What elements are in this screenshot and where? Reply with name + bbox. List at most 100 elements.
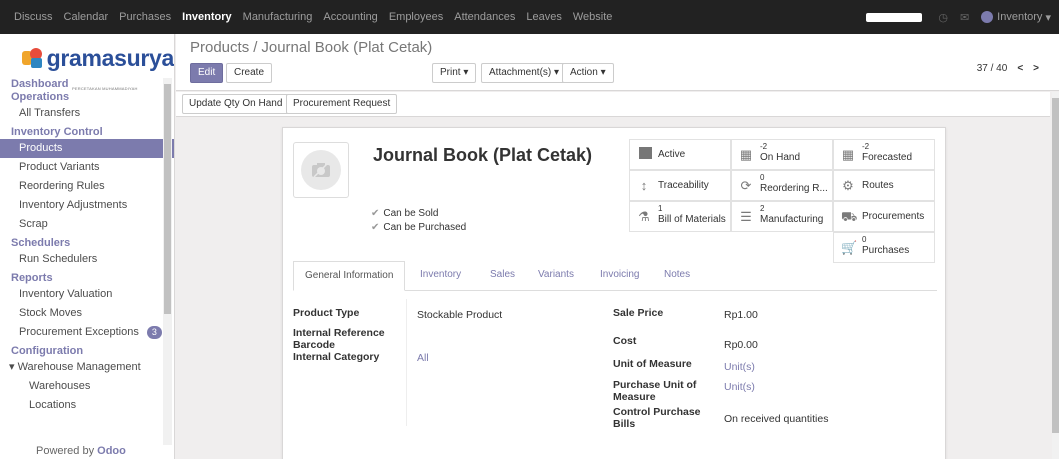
edit-button[interactable]: Edit: [190, 63, 224, 83]
tab-variants[interactable]: Variants: [527, 261, 585, 291]
procurements-button[interactable]: ⛟ Procurements: [833, 201, 935, 232]
collapse-icon: ▾: [9, 361, 18, 373]
sidebar-item-label: Warehouse Management: [17, 361, 141, 373]
content-scrollbar[interactable]: [1052, 92, 1059, 459]
app-menu: Discuss Calendar Purchases Inventory Man…: [0, 0, 623, 34]
form-view: Update Qty On Hand Procurement Request J…: [176, 92, 1050, 459]
tab-invoicing[interactable]: Invoicing: [589, 261, 650, 291]
chevron-down-icon: ▾: [1042, 11, 1051, 24]
sidebar-item-inventory-valuation[interactable]: Inventory Valuation: [0, 285, 174, 304]
refresh-icon: ⟳: [740, 178, 752, 193]
sidebar-item-products[interactable]: Products: [0, 139, 174, 158]
menu-calendar[interactable]: Calendar: [64, 11, 109, 23]
procurement-request-button[interactable]: Procurement Request: [286, 94, 398, 114]
create-button[interactable]: Create: [226, 63, 273, 83]
tab-notes[interactable]: Notes: [653, 261, 701, 291]
tab-inventory[interactable]: Inventory: [409, 261, 472, 291]
sidebar-item-reordering-rules[interactable]: Reordering Rules: [0, 177, 174, 196]
breadcrumb-products[interactable]: Products: [190, 39, 249, 56]
sidebar-scrollbar[interactable]: [163, 78, 172, 458]
divider: [406, 299, 407, 426]
internal-category-label: Internal Category: [293, 351, 380, 363]
menu-leaves[interactable]: Leaves: [526, 11, 561, 23]
powered-by: Powered by Odoo: [36, 445, 174, 459]
routes-button[interactable]: ⚙ Routes: [833, 170, 935, 201]
breadcrumb: Products / Journal Book (Plat Cetak): [190, 39, 433, 56]
menu-discuss[interactable]: Discuss: [14, 11, 53, 23]
camera-icon: [301, 150, 341, 190]
sidebar-item-procurement-exceptions[interactable]: Procurement Exceptions 3: [0, 323, 174, 342]
menu-attendances[interactable]: Attendances: [454, 11, 515, 23]
cost-value[interactable]: Rp0.00: [724, 339, 758, 351]
sidebar-reports[interactable]: Reports: [0, 272, 174, 285]
control-purchase-value[interactable]: On received quantities: [724, 413, 828, 425]
menu-accounting[interactable]: Accounting: [323, 11, 377, 23]
product-type-value[interactable]: Stockable Product: [417, 309, 502, 321]
sale-price-label: Sale Price: [613, 307, 664, 319]
list-icon: ☰: [740, 209, 752, 224]
sidebar-item-scrap[interactable]: Scrap: [0, 215, 174, 234]
top-navbar: Discuss Calendar Purchases Inventory Man…: [0, 0, 1059, 34]
purchase-uom-value[interactable]: Unit(s): [724, 381, 755, 393]
avatar[interactable]: [981, 11, 994, 23]
sidebar-item-run-schedulers[interactable]: Run Schedulers: [0, 250, 174, 269]
odoo-link[interactable]: Odoo: [97, 445, 126, 457]
bill-of-materials-button[interactable]: ⚗ 1 Bill of Materials: [629, 201, 731, 232]
menu-manufacturing[interactable]: Manufacturing: [243, 11, 313, 23]
print-dropdown[interactable]: Print ▾: [432, 63, 477, 83]
sidebar-configuration[interactable]: Configuration: [0, 345, 174, 358]
pager: 37 / 40 < >: [977, 63, 1039, 74]
product-name: Journal Book (Plat Cetak): [373, 145, 593, 165]
menu-inventory[interactable]: Inventory: [182, 11, 232, 23]
menu-website[interactable]: Website: [573, 11, 613, 23]
menu-purchases[interactable]: Purchases: [119, 11, 171, 23]
sidebar-item-all-transfers[interactable]: All Transfers: [0, 104, 174, 123]
purchases-button[interactable]: 🛒 0 Purchases: [833, 232, 935, 263]
forecasted-button[interactable]: ▦ -2 Forecasted: [833, 139, 935, 170]
tab-general-information[interactable]: General Information: [293, 261, 406, 291]
sidebar-warehouse-management[interactable]: ▾ Warehouse Management: [0, 358, 174, 377]
internal-category-value[interactable]: All: [417, 352, 429, 364]
sidebar: gramasurya PERCETAKAN MUHAMMADIYAH Dashb…: [0, 34, 175, 459]
product-image[interactable]: [293, 142, 349, 198]
company-logo[interactable]: gramasurya: [0, 34, 174, 74]
archive-icon: [639, 147, 652, 159]
attachments-dropdown[interactable]: Attachment(s) ▾: [481, 63, 568, 83]
flask-icon: ⚗: [638, 209, 650, 224]
chat-icon[interactable]: ✉: [960, 11, 969, 24]
tab-sales[interactable]: Sales: [479, 261, 526, 291]
manufacturing-button[interactable]: ☰ 2 Manufacturing: [731, 201, 833, 232]
sidebar-operations[interactable]: Operations: [0, 91, 174, 104]
sidebar-item-locations[interactable]: Locations: [0, 396, 174, 415]
active-toggle-button[interactable]: Active: [629, 139, 731, 170]
action-dropdown[interactable]: Action ▾: [562, 63, 614, 83]
update-qty-button[interactable]: Update Qty On Hand: [182, 94, 290, 114]
internal-reference-label: Internal Reference: [293, 327, 385, 339]
sidebar-item-stock-moves[interactable]: Stock Moves: [0, 304, 174, 323]
breadcrumb-current: Journal Book (Plat Cetak): [261, 39, 433, 56]
check-icon: ✔: [371, 222, 380, 233]
sidebar-item-product-variants[interactable]: Product Variants: [0, 158, 174, 177]
user-menu[interactable]: Inventory: [997, 11, 1042, 23]
count-badge: 3: [146, 326, 162, 339]
sidebar-item-warehouses[interactable]: Warehouses: [0, 377, 174, 396]
chevron-left-icon[interactable]: <: [1017, 63, 1023, 74]
pager-value[interactable]: 37 / 40: [977, 63, 1008, 74]
menu-employees[interactable]: Employees: [389, 11, 443, 23]
topbar-right: ◷ ✉ Inventory ▾: [866, 0, 1051, 34]
unit-of-measure-value[interactable]: Unit(s): [724, 361, 755, 373]
chevron-right-icon[interactable]: >: [1033, 63, 1039, 74]
clock-icon[interactable]: ◷: [938, 11, 948, 24]
can-be-sold-checkbox[interactable]: ✔ Can be Sold: [371, 208, 438, 219]
reordering-rules-button[interactable]: ⟳ 0 Reordering R...: [731, 170, 833, 201]
sidebar-inventory-control[interactable]: Inventory Control: [0, 126, 174, 139]
can-be-purchased-checkbox[interactable]: ✔ Can be Purchased: [371, 222, 466, 233]
unit-of-measure-label: Unit of Measure: [613, 358, 692, 370]
sidebar-item-inventory-adjustments[interactable]: Inventory Adjustments: [0, 196, 174, 215]
sidebar-item-label: Procurement Exceptions: [19, 326, 139, 338]
traceability-button[interactable]: ↕ Traceability: [629, 170, 731, 201]
building-icon: ▦: [739, 147, 753, 162]
sidebar-schedulers[interactable]: Schedulers: [0, 237, 174, 250]
sale-price-value[interactable]: Rp1.00: [724, 309, 758, 321]
on-hand-button[interactable]: ▦ -2 On Hand: [731, 139, 833, 170]
